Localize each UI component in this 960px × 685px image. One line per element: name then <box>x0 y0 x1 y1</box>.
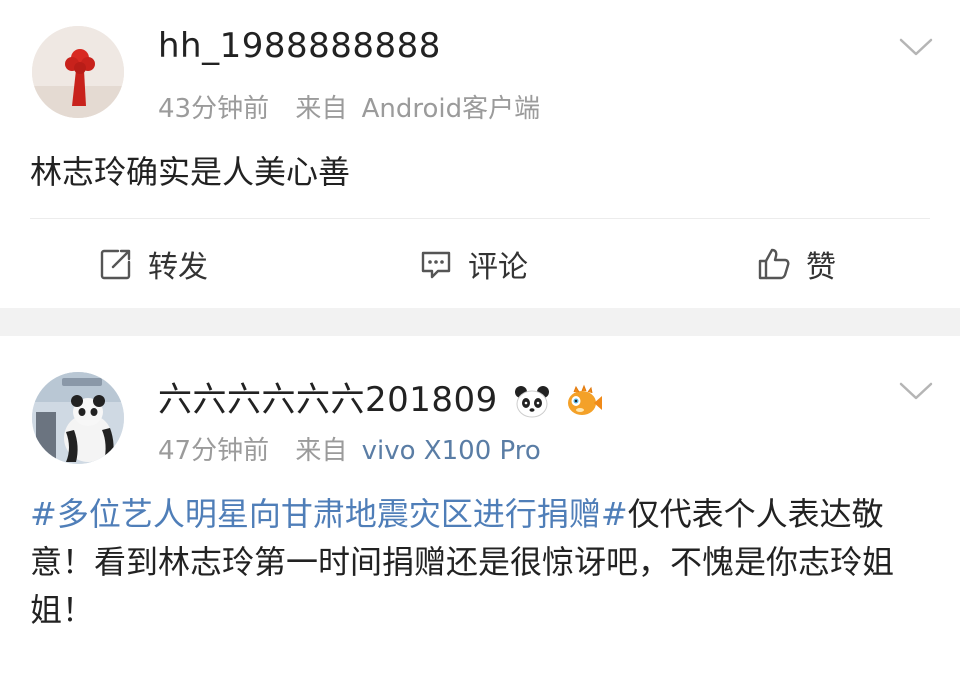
chevron-down-icon[interactable] <box>898 380 934 402</box>
avatar-image <box>32 372 124 464</box>
username[interactable]: 六六六六六六201809 <box>158 380 498 420</box>
comment-label: 评论 <box>468 250 528 285</box>
post-meta: 43分钟前 来自 Android客户端 <box>158 88 558 125</box>
post-content: #多位艺人明星向甘肃地震灾区进行捐赠#仅代表个人表达敬意！看到林志玲第一时间捐赠… <box>30 490 930 634</box>
action-bar: 转发 评论 赞 <box>0 236 960 292</box>
topic-link[interactable]: #多位艺人明星向甘肃地震灾区进行捐赠# <box>30 495 628 533</box>
post-content: 林志玲确实是人美心善 <box>30 153 351 191</box>
username-row: 六六六六六六201809 <box>158 372 604 421</box>
avatar-image <box>32 26 124 118</box>
divider <box>30 218 930 219</box>
avatar[interactable] <box>32 372 124 464</box>
like-label: 赞 <box>806 250 836 285</box>
post-time: 43分钟前 <box>158 94 270 124</box>
source-prefix: 来自 <box>295 94 348 124</box>
like-button[interactable]: 赞 <box>756 236 836 292</box>
feed-separator <box>0 308 960 336</box>
like-icon <box>758 248 790 280</box>
comment-icon <box>421 251 451 279</box>
repost-icon <box>100 249 131 280</box>
comment-button[interactable]: 评论 <box>418 236 528 292</box>
post-time: 47分钟前 <box>158 436 270 466</box>
post-source: Android客户端 <box>361 94 541 124</box>
post-source-link[interactable]: vivo X100 Pro <box>362 436 541 466</box>
source-prefix: 来自 <box>295 436 348 466</box>
avatar[interactable] <box>32 26 124 118</box>
repost-button[interactable]: 转发 <box>98 236 208 292</box>
post-card: hh_1988888888 43分钟前 来自 Android客户端 林志玲确实是… <box>0 0 960 308</box>
pufferfish-emoji-icon <box>568 384 603 415</box>
repost-label: 转发 <box>148 250 208 285</box>
post-meta: 47分钟前 来自 vivo X100 Pro <box>158 430 559 467</box>
chevron-down-icon[interactable] <box>898 36 934 58</box>
username[interactable]: hh_1988888888 <box>158 26 441 66</box>
panda-emoji-icon <box>515 385 550 417</box>
